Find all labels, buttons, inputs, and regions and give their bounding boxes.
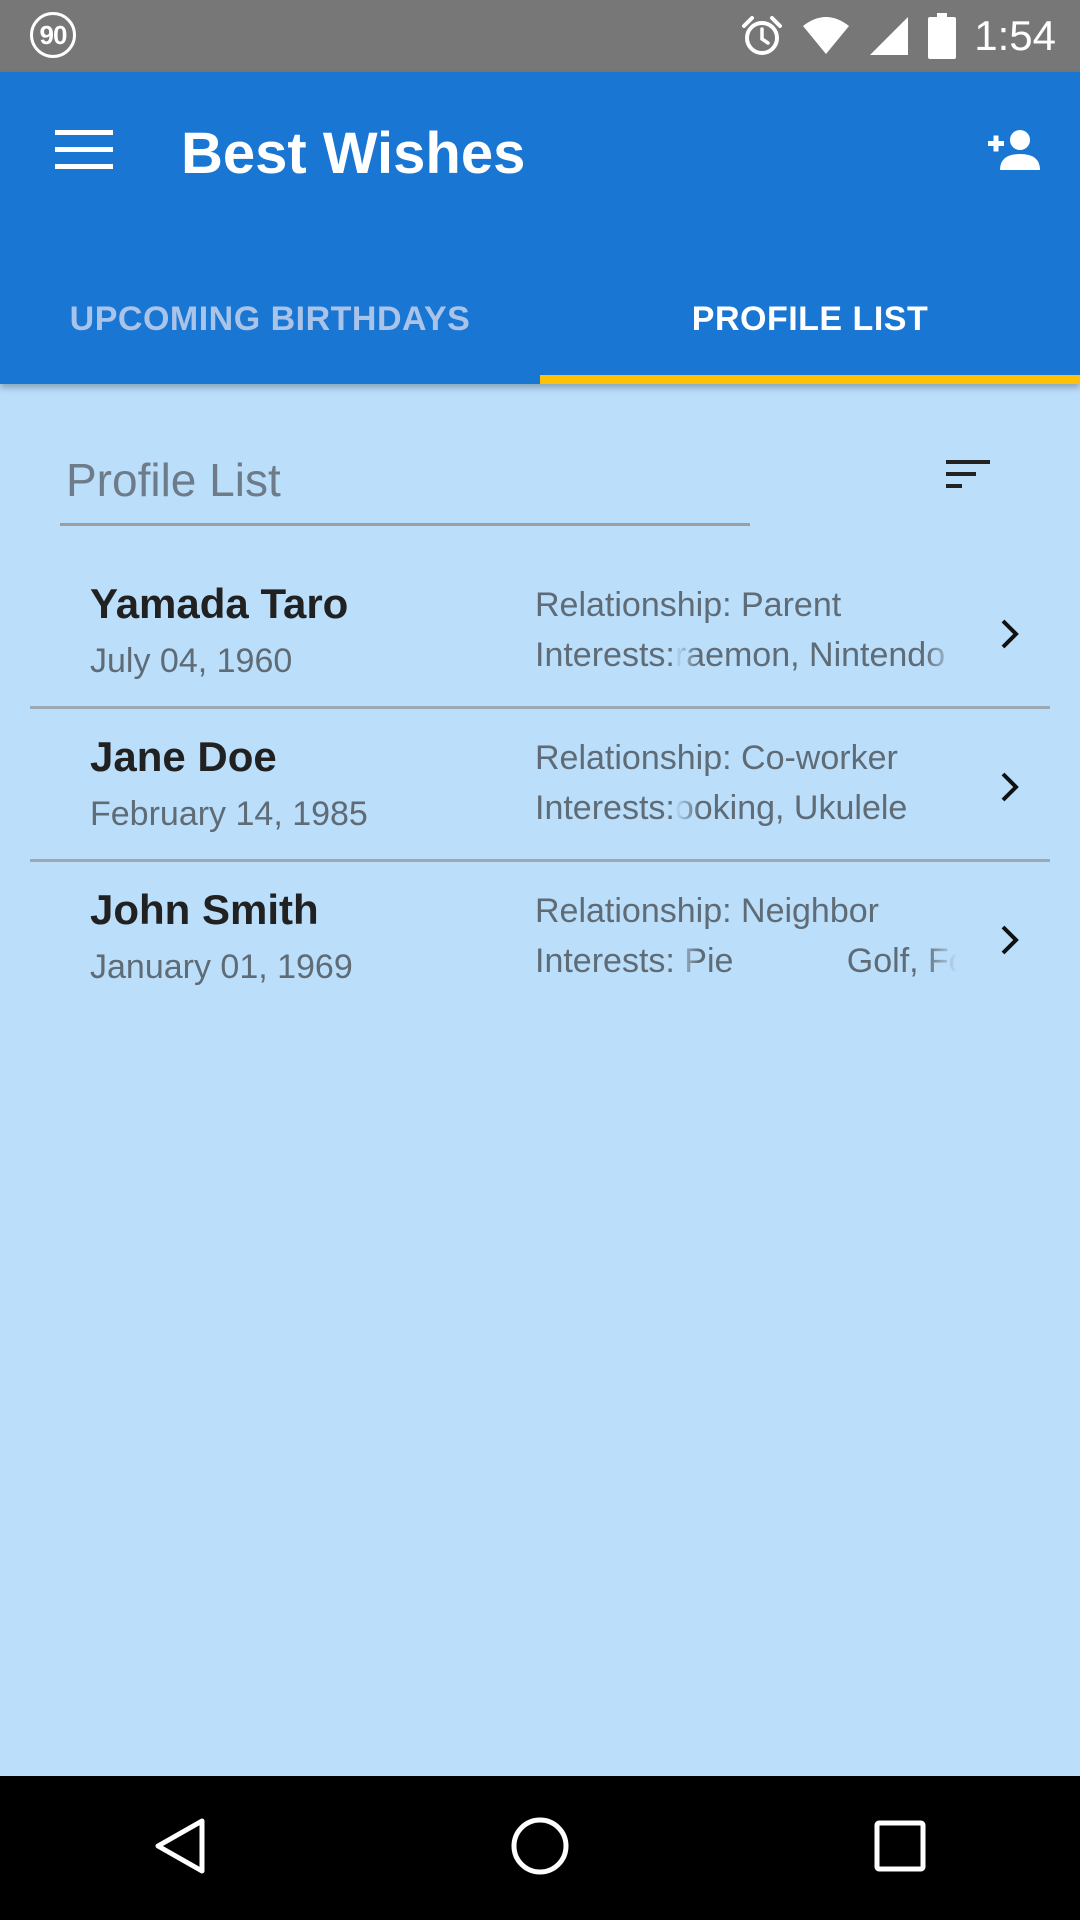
signal-icon	[868, 15, 910, 57]
profile-birthday: February 14, 1985	[90, 795, 368, 833]
interests-value: ooking, Ukulele	[674, 789, 908, 827]
sort-button[interactable]	[940, 448, 996, 504]
list-item[interactable]: Yamada Taro July 04, 1960 Relationship: …	[30, 556, 1050, 709]
home-circle-icon	[510, 1816, 570, 1881]
interests-label: Interests:	[535, 942, 675, 980]
tab-label: UPCOMING BIRTHDAYS	[69, 299, 471, 338]
profile-name: John Smith	[90, 886, 319, 933]
profile-interests: Interests: raemon, Nintendo	[535, 636, 957, 675]
profile-interests: Interests: Pie Golf, Fo	[535, 942, 957, 981]
profile-interests: Interests: ooking, Ukulele	[535, 789, 957, 828]
profile-filter-input[interactable]	[60, 440, 750, 520]
app-title: Best Wishes	[181, 121, 526, 186]
profile-relationship: Relationship: Neighbor	[535, 892, 879, 930]
sort-icon	[946, 458, 990, 495]
profile-birthday: July 04, 1960	[90, 642, 293, 680]
chevron-right-icon	[990, 765, 1030, 809]
profile-filter-field[interactable]	[60, 440, 750, 526]
recents-button[interactable]	[840, 1788, 960, 1908]
status-icons: 1:54	[740, 0, 1080, 72]
chevron-right-icon	[990, 612, 1030, 656]
back-triangle-icon	[152, 1816, 208, 1881]
interests-value: Pie Golf, Fo	[674, 942, 957, 980]
person-add-icon	[986, 128, 1042, 177]
menu-button[interactable]	[40, 120, 128, 184]
home-button[interactable]	[480, 1788, 600, 1908]
recents-square-icon	[874, 1820, 926, 1877]
active-tab-indicator	[540, 375, 1080, 384]
profile-relationship: Relationship: Co-worker	[535, 739, 898, 777]
profile-name: Yamada Taro	[90, 580, 349, 627]
profile-birthday: January 01, 1969	[90, 948, 353, 986]
list-item[interactable]: John Smith January 01, 1969 Relationship…	[30, 862, 1050, 1015]
tab-upcoming-birthdays[interactable]: UPCOMING BIRTHDAYS	[0, 264, 540, 384]
interests-label: Interests:	[535, 789, 675, 827]
tab-profile-list[interactable]: PROFILE LIST	[540, 264, 1080, 384]
alarm-icon	[740, 14, 784, 58]
battery-icon	[928, 13, 957, 59]
back-button[interactable]	[120, 1788, 240, 1908]
interests-value: raemon, Nintendo	[674, 636, 946, 674]
notification-badge: 90	[30, 12, 76, 58]
system-nav-bar	[0, 1776, 1080, 1920]
wifi-icon	[802, 16, 850, 56]
hamburger-menu-icon	[55, 128, 113, 177]
interests-label: Interests:	[535, 636, 675, 674]
app-bar: Best Wishes UPCOMING BIRTHDAYS PROFILE L…	[0, 72, 1080, 384]
add-profile-button[interactable]	[978, 120, 1050, 184]
profile-list: Yamada Taro July 04, 1960 Relationship: …	[30, 556, 1050, 1015]
profile-name: Jane Doe	[90, 733, 277, 780]
tab-bar: UPCOMING BIRTHDAYS PROFILE LIST	[0, 264, 1080, 384]
profile-relationship: Relationship: Parent	[535, 586, 842, 624]
status-bar: 90 1:54	[0, 0, 1080, 72]
list-item[interactable]: Jane Doe February 14, 1985 Relationship:…	[30, 709, 1050, 862]
chevron-right-icon	[990, 918, 1030, 962]
tab-label: PROFILE LIST	[691, 299, 929, 338]
status-time: 1:54	[974, 12, 1056, 59]
